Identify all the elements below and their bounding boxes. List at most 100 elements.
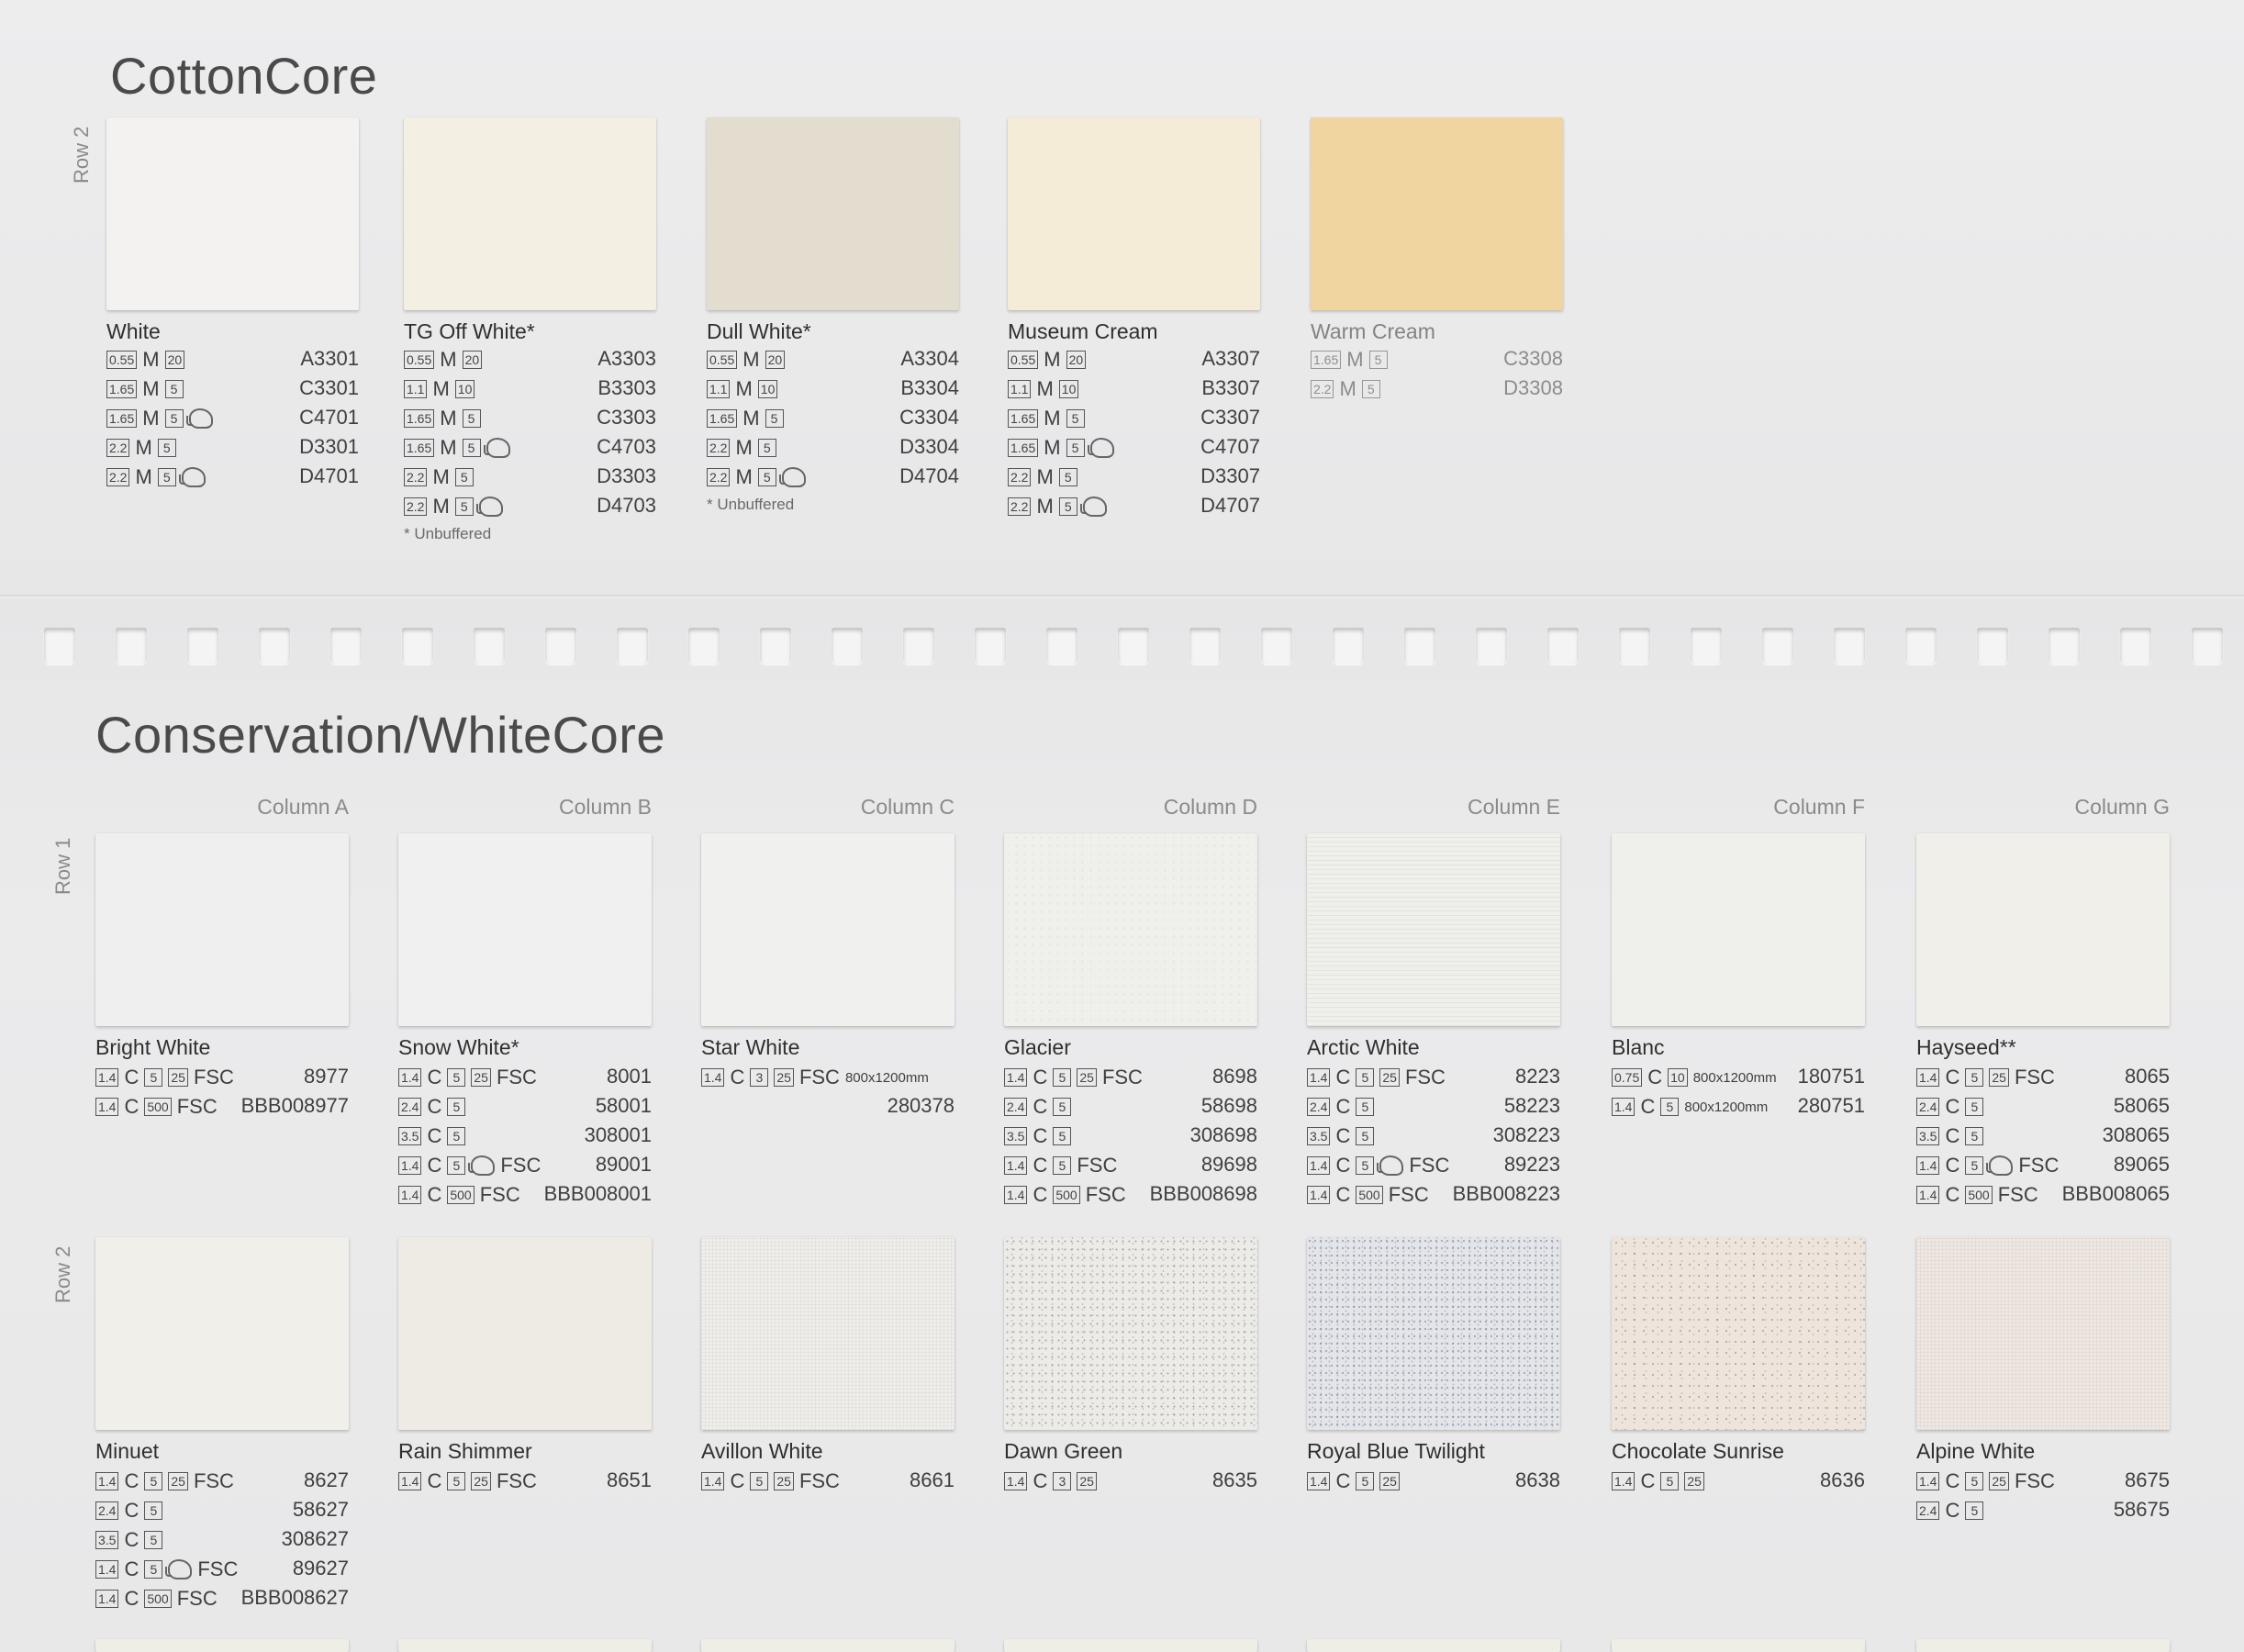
pack-box: 5	[144, 1472, 163, 1491]
pack-box: 5	[1356, 1127, 1375, 1146]
product-code: 8977	[304, 1065, 349, 1088]
weight-box: 1.4	[1612, 1098, 1636, 1117]
swatch-card[interactable]	[701, 1237, 955, 1430]
fsc-label: FSC	[176, 1095, 218, 1119]
swatch-card-partial	[701, 1639, 955, 1652]
pack-box: 5	[1356, 1098, 1375, 1117]
spec-row: 1.65 M 5 C3307	[1008, 406, 1260, 433]
punch-hole	[1118, 628, 1149, 664]
spec-row: 3.5 C 5 308065	[1916, 1123, 2170, 1151]
swatch-card[interactable]	[398, 833, 652, 1026]
row-label: Row 1	[51, 837, 74, 895]
weight-box: 3.5	[1004, 1127, 1028, 1146]
weight-box: 2.4	[1004, 1098, 1028, 1117]
product-code: 89698	[1200, 1153, 1257, 1176]
punch-hole	[330, 628, 362, 664]
fsc-label: FSC	[1101, 1066, 1143, 1089]
swatch-card-partial	[1916, 1639, 2170, 1652]
board-type: C	[1033, 1124, 1048, 1148]
punch-hole	[1905, 628, 1937, 664]
punch-hole	[760, 628, 791, 664]
weight-box: 1.4	[1612, 1472, 1636, 1491]
product-code: 8065	[2125, 1065, 2170, 1088]
spec-row: 1.4 C 5 25 8638	[1307, 1468, 1560, 1496]
weight-box: 2.4	[95, 1501, 119, 1521]
swatch-name: Snow White*	[398, 1035, 519, 1059]
pack-box: 20	[462, 351, 483, 370]
board-type: C	[1033, 1154, 1048, 1178]
swatch-card[interactable]	[1004, 1237, 1257, 1430]
swatch-name: Royal Blue Twilight	[1307, 1439, 1485, 1463]
product-code: 280751	[1797, 1094, 1865, 1117]
weight-box: 1.65	[1311, 351, 1342, 370]
spec-row: 1.4 C 5 25 FSC 8001	[398, 1065, 652, 1092]
swatch-card-partial	[398, 1639, 652, 1652]
spec-row: 1.4 C 500 FSC BBB008001	[398, 1182, 652, 1210]
spec-row: 1.65 M 5 C3303	[404, 406, 656, 433]
weight-box: 2.2	[707, 439, 731, 458]
swatch-card[interactable]	[707, 117, 959, 310]
swatch-card[interactable]	[95, 833, 349, 1026]
board-type: C	[1335, 1066, 1351, 1089]
swatch-card[interactable]	[106, 117, 359, 310]
conservation-title: Conservation/WhiteCore	[95, 706, 666, 764]
swatch-card[interactable]	[1004, 833, 1257, 1026]
spec-row: 3.5 C 5 308001	[398, 1123, 652, 1151]
product-code: B3304	[900, 376, 959, 399]
swatch-card[interactable]	[1307, 833, 1560, 1026]
fsc-label: FSC	[798, 1469, 840, 1493]
swatch-card[interactable]	[1916, 1237, 2170, 1430]
spec-row: 1.1 M 10 B3303	[404, 376, 656, 404]
sheet-size: 800x1200mm	[844, 1069, 929, 1086]
pack-box: 25	[774, 1068, 794, 1088]
swatch-card[interactable]	[95, 1237, 349, 1430]
spec-row: 1.4 C 500 FSC BBB008698	[1004, 1182, 1257, 1210]
swatch-card[interactable]	[1307, 1237, 1560, 1430]
punch-hole	[1762, 628, 1793, 664]
pack-box: 25	[1077, 1472, 1097, 1491]
product-code: D4703	[597, 494, 656, 517]
board-type: M	[440, 407, 457, 430]
spec-row: 1.4 C 5 FSC 89065	[1916, 1153, 2170, 1180]
spec-row: 1.4 C 5 25 FSC 8977	[95, 1065, 349, 1092]
punch-hole	[1261, 628, 1292, 664]
board-type: M	[735, 377, 753, 401]
weight-box: 3.5	[1916, 1127, 1940, 1146]
swatch-name: Bright White	[95, 1035, 211, 1059]
weight-box: 1.4	[1916, 1186, 1940, 1205]
weight-box: 2.2	[106, 468, 130, 487]
pack-box: 25	[774, 1472, 794, 1491]
pack-box: 5	[1053, 1127, 1072, 1146]
swatch-card[interactable]	[1916, 833, 2170, 1026]
product-code: BBB008698	[1149, 1182, 1257, 1205]
board-type: C	[730, 1469, 745, 1493]
fsc-label: FSC	[2014, 1066, 2055, 1089]
swatch-card[interactable]	[398, 1237, 652, 1430]
swatch-card[interactable]	[1612, 833, 1865, 1026]
spec-row: 2.4 C 5 58001	[398, 1094, 652, 1122]
column-label: Column F	[1773, 795, 1865, 819]
product-code: 8675	[2125, 1468, 2170, 1491]
pack-box: 5	[1053, 1156, 1072, 1176]
spec-row: 1.4 C 5 25 8636	[1612, 1468, 1865, 1496]
pack-box: 25	[1989, 1068, 2009, 1088]
spec-row: 1.65 M 5 C3308	[1311, 347, 1563, 374]
weight-box: 1.4	[398, 1186, 422, 1205]
board-type: C	[427, 1469, 442, 1493]
swatch-card[interactable]	[1612, 1237, 1865, 1430]
swatch-card[interactable]	[1008, 117, 1260, 310]
board-type: C	[1335, 1154, 1351, 1178]
swatch-card[interactable]	[1311, 117, 1563, 310]
column-label: Column B	[559, 795, 652, 819]
board-type: C	[1640, 1095, 1656, 1119]
board-type: M	[1044, 407, 1061, 430]
product-code: 308698	[1189, 1123, 1257, 1146]
pack-box: 5	[757, 439, 776, 458]
fsc-label: FSC	[500, 1154, 541, 1178]
swatch-card[interactable]	[701, 833, 955, 1026]
weight-box: 3.5	[95, 1531, 119, 1550]
swatch-card[interactable]	[404, 117, 656, 310]
pack-box: 20	[765, 351, 786, 370]
weight-box: 1.4	[1307, 1068, 1331, 1088]
weight-box: 1.4	[95, 1472, 119, 1491]
